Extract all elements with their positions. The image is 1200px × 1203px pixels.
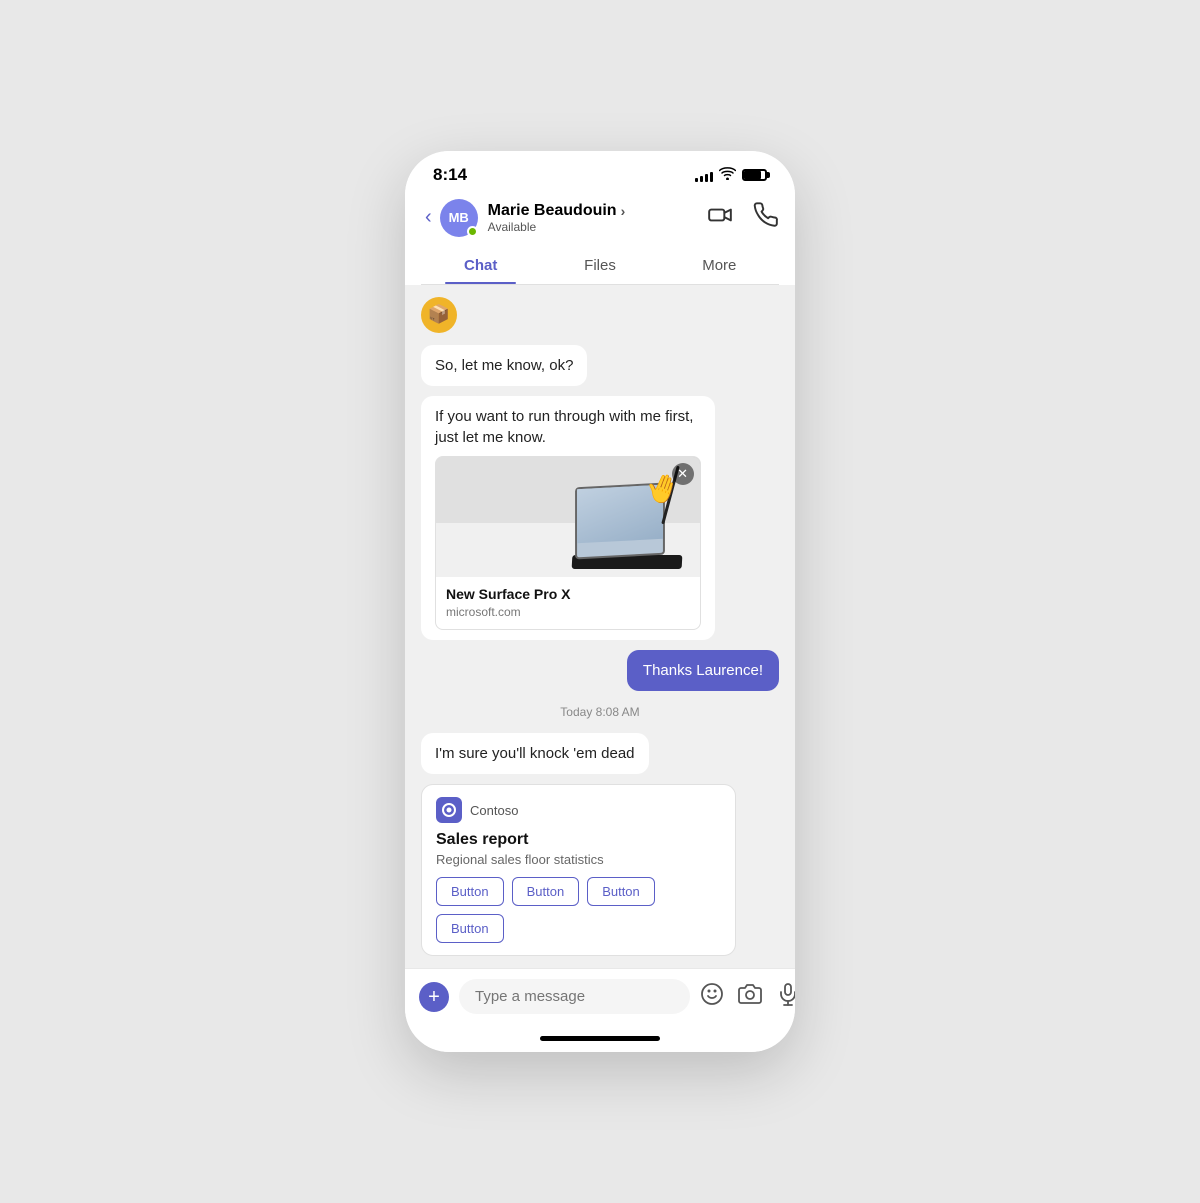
signal-bar-3 <box>705 174 708 182</box>
timestamp-1: Today 8:08 AM <box>421 705 779 719</box>
link-card-close-button[interactable]: ✕ <box>672 463 694 485</box>
contact-status: Available <box>488 220 626 234</box>
battery-icon <box>742 169 767 181</box>
battery-fill <box>744 171 761 179</box>
contact-name[interactable]: Marie Beaudouin › <box>488 202 626 220</box>
signal-bar-2 <box>700 176 703 182</box>
input-icons <box>700 982 795 1012</box>
signal-bar-1 <box>695 178 698 182</box>
chat-header: ‹ MB Marie Beaudouin › Available <box>405 193 795 285</box>
message-input[interactable] <box>459 979 690 1014</box>
online-status-dot <box>467 226 478 237</box>
bot-card-title: Sales report <box>436 831 721 849</box>
bot-logo <box>436 797 462 823</box>
tabs: Chat Files More <box>421 247 779 285</box>
bot-card-button-3[interactable]: Button <box>587 877 655 906</box>
contact-info: MB Marie Beaudouin › Available <box>440 199 707 237</box>
bot-card-app-name: Contoso <box>470 803 518 818</box>
bot-card-button-4[interactable]: Button <box>436 914 504 943</box>
wifi-icon <box>719 167 736 183</box>
phone-call-button[interactable] <box>753 202 779 234</box>
link-card-info: New Surface Pro X microsoft.com <box>436 577 700 629</box>
chevron-right-icon: › <box>621 203 626 219</box>
plus-icon: + <box>428 987 440 1007</box>
home-indicator <box>405 1024 795 1052</box>
bot-card-header: Contoso <box>436 797 721 823</box>
link-card-image: 🤚 ✕ <box>436 457 700 577</box>
tab-chat[interactable]: Chat <box>421 247 540 284</box>
message-with-card: If you want to run through with me first… <box>421 396 715 640</box>
header-row: ‹ MB Marie Beaudouin › Available <box>421 199 779 247</box>
link-card-title: New Surface Pro X <box>446 585 690 605</box>
message-left-1: So, let me know, ok? <box>421 345 587 386</box>
signal-bars-icon <box>695 168 713 182</box>
emoji-reaction: 📦 <box>421 297 457 333</box>
bot-card-buttons: Button Button Button Button <box>436 877 721 943</box>
message-right-1: Thanks Laurence! <box>627 650 779 691</box>
bot-card-button-2[interactable]: Button <box>512 877 580 906</box>
back-button[interactable]: ‹ <box>421 202 436 233</box>
tab-files[interactable]: Files <box>540 247 659 284</box>
header-actions <box>707 202 779 234</box>
input-bar: + <box>405 968 795 1024</box>
contact-name-row: Marie Beaudouin › Available <box>488 202 626 234</box>
link-card-domain: microsoft.com <box>446 604 690 621</box>
home-bar <box>540 1036 660 1041</box>
emoji-icon-row: 📦 <box>421 297 779 333</box>
bot-card: Contoso Sales report Regional sales floo… <box>421 784 736 956</box>
status-bar: 8:14 <box>405 151 795 193</box>
emoji-button[interactable] <box>700 982 724 1012</box>
link-card: 🤚 ✕ New Surface Pro X microsoft.com <box>435 456 701 630</box>
avatar: MB <box>440 199 478 237</box>
signal-bar-4 <box>710 172 713 182</box>
camera-button[interactable] <box>738 982 762 1012</box>
status-time: 8:14 <box>433 165 467 185</box>
attach-button[interactable]: + <box>419 982 449 1012</box>
bot-card-subtitle: Regional sales floor statistics <box>436 852 721 867</box>
chat-area: 📦 So, let me know, ok? If you want to ru… <box>405 285 795 968</box>
avatar-initials: MB <box>449 210 469 225</box>
microphone-button[interactable] <box>776 982 795 1012</box>
video-call-button[interactable] <box>707 202 733 234</box>
message-left-2: I'm sure you'll knock 'em dead <box>421 733 649 774</box>
bot-card-button-1[interactable]: Button <box>436 877 504 906</box>
phone-frame: 8:14 ‹ <box>405 151 795 1052</box>
status-icons <box>695 167 767 183</box>
tab-more[interactable]: More <box>660 247 779 284</box>
